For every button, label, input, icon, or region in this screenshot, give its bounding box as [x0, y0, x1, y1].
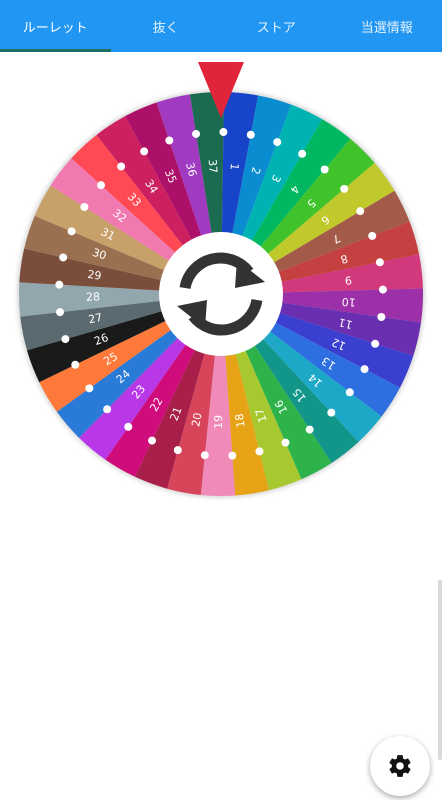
- wheel-peg: [71, 360, 80, 369]
- wheel-peg: [80, 202, 89, 211]
- wheel-label-20: 20: [189, 412, 204, 428]
- wheel-peg: [378, 285, 387, 294]
- wheel-label-27: 27: [87, 311, 103, 326]
- wheel-peg: [140, 147, 149, 156]
- wheel-peg: [219, 128, 228, 137]
- roulette-area: 37 1 2 3 4 5 6 7 8 9 10 11 12 13 14 15 16 17 18 19 20 21 22 23 2…: [0, 52, 442, 512]
- wheel-peg: [340, 184, 349, 193]
- wheel-peg: [255, 447, 264, 456]
- wheel-label-1: 1: [227, 163, 241, 171]
- tab-roulette[interactable]: ルーレット: [0, 0, 111, 52]
- wheel-peg: [360, 365, 369, 374]
- wheel-peg: [228, 451, 237, 460]
- wheel-peg: [356, 207, 365, 216]
- wheel-peg: [273, 138, 282, 147]
- wheel-peg: [192, 129, 201, 138]
- wheel-peg: [368, 231, 377, 240]
- wheel-peg: [61, 335, 70, 344]
- wheel-label-37: 37: [206, 159, 220, 174]
- wheel-label-19: 19: [212, 415, 225, 429]
- wheel-peg: [85, 384, 94, 393]
- tab-winning-info[interactable]: 当選情報: [332, 0, 442, 52]
- wheel-peg: [281, 438, 290, 447]
- tab-roulette-label: ルーレット: [22, 20, 88, 36]
- tab-draw[interactable]: 抜く: [111, 0, 222, 52]
- wheel-label-29: 29: [87, 268, 103, 283]
- wheel-peg: [305, 425, 314, 434]
- wheel-peg: [377, 313, 386, 321]
- scroll-edge: [438, 580, 442, 760]
- gear-icon: [389, 755, 411, 777]
- wheel-center-hub: [159, 232, 283, 356]
- settings-button[interactable]: [370, 736, 430, 796]
- wheel-peg: [165, 136, 174, 145]
- wheel-peg: [327, 408, 336, 417]
- wheel-peg: [371, 339, 380, 348]
- wheel-peg: [298, 149, 307, 158]
- wheel-peg: [117, 162, 126, 171]
- roulette-wheel[interactable]: 37 1 2345678910111213141516171819202122232…: [0, 52, 442, 512]
- wheel-peg: [103, 405, 112, 414]
- wheel-label-28: 28: [86, 290, 100, 303]
- tab-winning-info-label: 当選情報: [360, 20, 413, 36]
- wheel-peg: [148, 436, 157, 445]
- tab-draw-label: 抜く: [152, 20, 179, 36]
- wheel-peg: [59, 253, 68, 262]
- wheel-peg: [246, 130, 255, 139]
- wheel-peg: [320, 165, 329, 174]
- wheel-label-9: 9: [344, 273, 352, 287]
- wheel-label-18: 18: [233, 413, 248, 429]
- wheel-peg: [67, 227, 76, 236]
- wheel-peg: [55, 280, 64, 289]
- tab-store[interactable]: ストア: [221, 0, 332, 52]
- tab-store-label: ストア: [256, 20, 296, 36]
- tab-bar: ルーレット 抜く ストア 当選情報: [0, 0, 442, 52]
- wheel-label-10: 10: [341, 295, 356, 309]
- wheel-peg: [375, 258, 384, 267]
- wheel-peg: [124, 422, 133, 431]
- wheel-peg: [200, 451, 209, 460]
- wheel-peg: [173, 446, 182, 455]
- wheel-peg: [97, 181, 106, 190]
- wheel-peg: [345, 388, 354, 397]
- wheel-peg: [56, 308, 65, 317]
